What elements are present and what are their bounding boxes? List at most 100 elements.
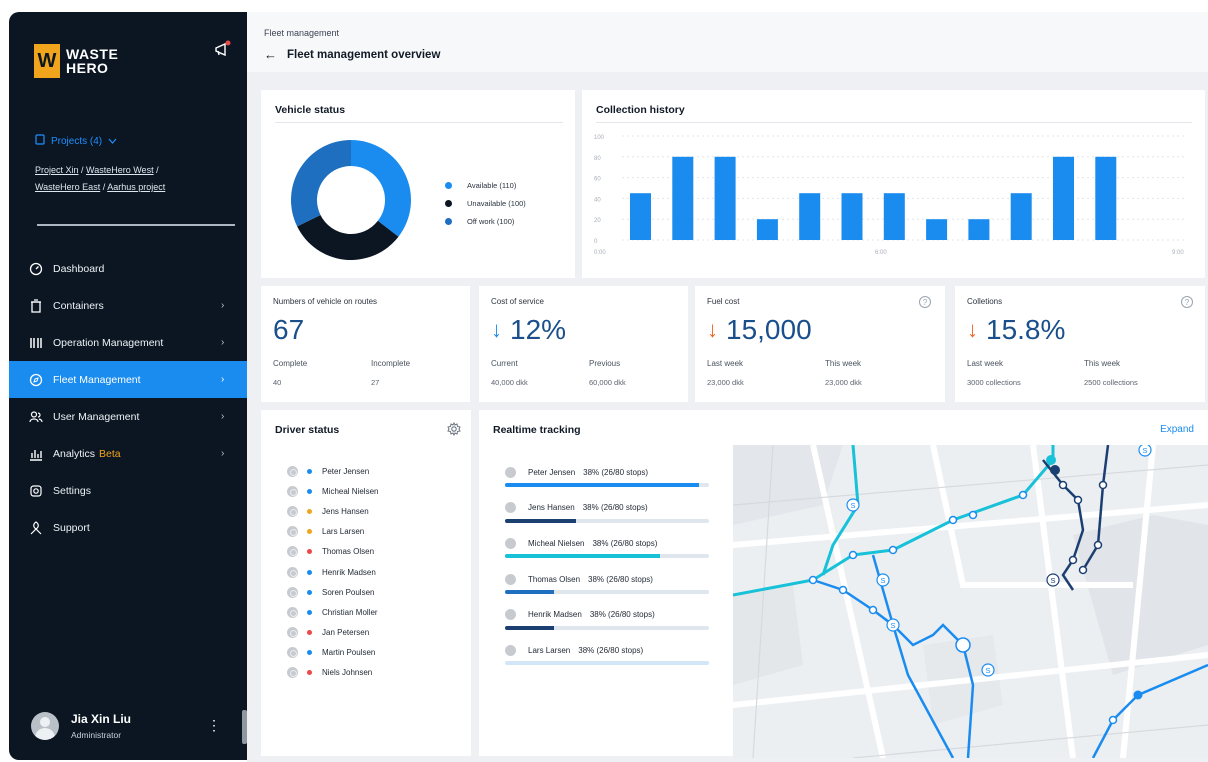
- track-checkbox[interactable]: [505, 573, 516, 585]
- status-dot: [307, 488, 312, 494]
- tracking-map[interactable]: S S S S S S: [733, 445, 1208, 758]
- list-item[interactable]: Henrik Madsen 38% (26/80 stops): [505, 605, 709, 641]
- bar: [883, 193, 905, 240]
- driver-checkbox[interactable]: [287, 606, 298, 618]
- donut-slice-2: [291, 140, 351, 227]
- sidebar: W WASTE HERO Projects (4) Project Xin /: [9, 12, 247, 760]
- collection-history-card: Collection history 0 20 40 60 80 100 0:00 6:00 9…: [582, 90, 1205, 278]
- track-checkbox[interactable]: [505, 644, 516, 656]
- route-progress: 38% (26/80 stops): [589, 610, 655, 620]
- track-checkbox[interactable]: [505, 609, 516, 621]
- stat-sub-value: 2500 collections: [1084, 378, 1138, 387]
- list-item[interactable]: Micheal Nielsen 38% (26/80 stops): [505, 533, 709, 569]
- project-link[interactable]: Aarhus project: [107, 182, 165, 192]
- driver-checkbox[interactable]: [287, 526, 298, 538]
- stat-sub-value: 3000 collections: [967, 378, 1021, 387]
- bar: [714, 156, 736, 240]
- progress-bar: [505, 483, 709, 487]
- list-item[interactable]: Lars Larsen: [287, 522, 378, 542]
- back-arrow-icon[interactable]: ←: [264, 47, 277, 62]
- sidebar-item-containers[interactable]: Containers ›: [9, 287, 247, 324]
- track-checkbox[interactable]: [505, 502, 516, 514]
- user-name: Jia Xin Liu: [71, 712, 132, 726]
- driver-checkbox[interactable]: [287, 627, 298, 639]
- help-icon[interactable]: ?: [919, 296, 931, 308]
- list-item[interactable]: Peter Jensen 38% (26/80 stops): [505, 462, 709, 498]
- vehicle-status-donut: [291, 140, 411, 260]
- list-item[interactable]: Jens Hansen: [287, 501, 378, 521]
- progress-bar: [505, 590, 709, 595]
- driver-checkbox[interactable]: [287, 546, 298, 558]
- list-item[interactable]: Jan Petersen: [287, 623, 378, 643]
- bar: [799, 193, 821, 240]
- project-link[interactable]: Project Xin: [35, 165, 79, 175]
- driver-checkbox[interactable]: [287, 505, 298, 517]
- users-icon: [29, 410, 43, 424]
- list-item[interactable]: Thomas Olsen 38% (26/80 stops): [505, 569, 709, 605]
- driver-checkbox[interactable]: [287, 586, 298, 598]
- bar: [756, 219, 778, 240]
- user-profile[interactable]: Jia Xin Liu Administrator: [31, 712, 131, 740]
- driver-name: Jens Hansen: [528, 503, 575, 513]
- status-dot: [307, 650, 312, 656]
- list-item[interactable]: Lars Larsen 38% (26/80 stops): [505, 640, 709, 676]
- list-item[interactable]: Martin Poulsen: [287, 643, 378, 663]
- list-item[interactable]: Niels Johnsen: [287, 663, 378, 683]
- stat-value: ↓ 15.8%: [967, 314, 1065, 346]
- driver-checkbox[interactable]: [287, 667, 298, 679]
- chevron-right-icon: ›: [221, 411, 225, 422]
- sidebar-item-settings[interactable]: Settings: [9, 472, 247, 509]
- megaphone-icon[interactable]: [213, 40, 233, 60]
- route-progress: 38% (26/80 stops): [592, 538, 658, 548]
- driver-checkbox[interactable]: [287, 485, 298, 497]
- gear-icon[interactable]: [447, 421, 461, 441]
- list-item[interactable]: Christian Moller: [287, 602, 378, 622]
- stat-sub-label: This week: [1084, 359, 1121, 368]
- track-checkbox[interactable]: [505, 537, 516, 549]
- track-checkbox[interactable]: [505, 466, 516, 478]
- list-item[interactable]: Thomas Olsen: [287, 542, 378, 562]
- project-link[interactable]: WasteHero East: [35, 182, 100, 192]
- driver-name: Henrik Madsen: [528, 610, 582, 620]
- vehicle-status-card: Vehicle status Available (110) Unavailab…: [261, 90, 575, 278]
- donut-slice-0: [351, 140, 411, 237]
- kebab-menu-icon[interactable]: ⋮: [207, 718, 221, 732]
- driver-checkbox[interactable]: [287, 465, 298, 477]
- logo-text: WASTE HERO: [66, 47, 118, 75]
- app-window: W WASTE HERO Projects (4) Project Xin /: [0, 0, 1208, 762]
- sidebar-item-operation-management[interactable]: Operation Management ›: [9, 324, 247, 361]
- project-link[interactable]: WasteHero West: [86, 165, 154, 175]
- logo[interactable]: W WASTE HERO: [34, 36, 194, 86]
- progress-bar: [505, 625, 709, 630]
- expand-link[interactable]: Expand: [1160, 424, 1194, 435]
- sidebar-item-label: Analytics: [53, 447, 96, 460]
- list-item[interactable]: Soren Poulsen: [287, 582, 378, 602]
- sidebar-item-analytics[interactable]: Analytics Beta ›: [9, 435, 247, 472]
- projects-dropdown[interactable]: Projects (4): [35, 134, 117, 148]
- list-item[interactable]: Micheal Nielsen: [287, 481, 378, 501]
- driver-checkbox[interactable]: [287, 647, 298, 659]
- sidebar-item-fleet-management[interactable]: Fleet Management ›: [9, 361, 247, 398]
- legend-label: Available (110): [467, 180, 517, 190]
- list-item[interactable]: Henrik Madsen: [287, 562, 378, 582]
- bar: [1095, 156, 1117, 240]
- y-tick-label: 100: [594, 135, 605, 141]
- chevron-right-icon: ›: [221, 448, 225, 459]
- y-tick-label: 80: [594, 156, 601, 162]
- legend-item: Unavailable (100): [445, 194, 526, 212]
- list-item[interactable]: Jens Hansen 38% (26/80 stops): [505, 498, 709, 534]
- help-icon[interactable]: ?: [1181, 296, 1193, 308]
- container-icon: [29, 298, 43, 313]
- status-dot: [307, 529, 312, 535]
- sidebar-item-user-management[interactable]: User Management ›: [9, 398, 247, 435]
- sidebar-item-support[interactable]: Support: [9, 509, 247, 546]
- sidebar-item-dashboard[interactable]: Dashboard: [9, 250, 247, 287]
- driver-name: Thomas Olsen: [322, 547, 375, 557]
- route-progress: 38% (26/80 stops): [588, 574, 653, 584]
- status-dot: [307, 468, 312, 474]
- driver-checkbox[interactable]: [287, 566, 298, 578]
- breadcrumb[interactable]: Fleet management: [264, 28, 339, 38]
- stat-sub-label: Last week: [707, 359, 744, 368]
- list-item[interactable]: Peter Jensen: [287, 461, 378, 481]
- stat-sub-value: 60,000 dkk: [589, 378, 626, 387]
